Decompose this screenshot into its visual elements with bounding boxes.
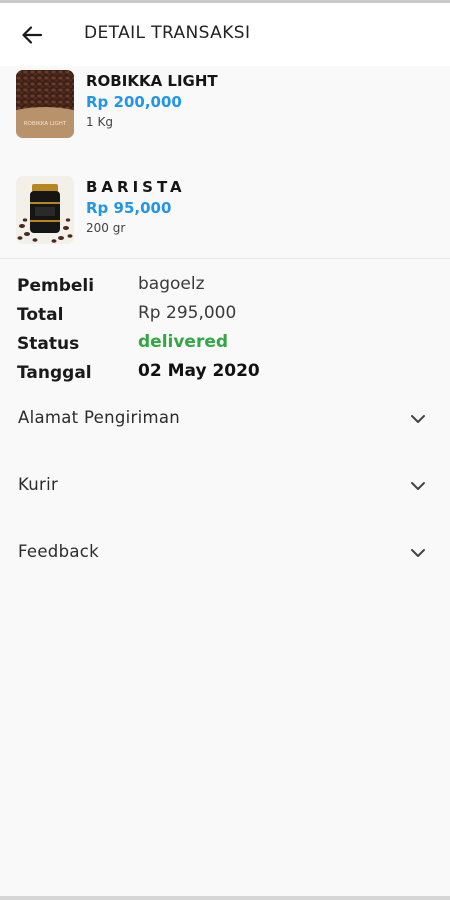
transaction-info: Pembeli bagoelz Total Rp 295,000 Status …	[17, 274, 437, 390]
back-button[interactable]	[14, 17, 50, 53]
status-value: delivered	[138, 332, 229, 352]
product-image	[16, 176, 74, 244]
date-label: Tanggal	[17, 363, 92, 383]
shipping-address-expander[interactable]: Alamat Pengiriman	[0, 399, 450, 439]
section-divider	[0, 258, 450, 259]
total-row: Total Rp 295,000	[17, 303, 437, 332]
product-quantity: 1 Kg	[86, 115, 113, 129]
expander-label: Alamat Pengiriman	[18, 408, 181, 427]
arrow-left-icon	[22, 26, 43, 44]
buyer-value: bagoelz	[138, 274, 205, 294]
expander-label: Feedback	[18, 542, 99, 561]
product-item[interactable]: BARISTA Rp 95,000 200 gr	[0, 172, 450, 264]
chevron-down-icon	[411, 482, 425, 490]
product-image: ROBIKKA LIGHT	[16, 70, 74, 138]
product-price: Rp 95,000	[86, 199, 172, 217]
buyer-label: Pembeli	[17, 276, 95, 296]
product-price: Rp 200,000	[86, 93, 182, 111]
navigation-bar-strip	[0, 896, 450, 900]
courier-expander[interactable]: Kurir	[0, 466, 450, 506]
status-label: Status	[17, 334, 80, 354]
product-name: ROBIKKA LIGHT	[86, 72, 218, 90]
date-row: Tanggal 02 May 2020	[17, 361, 437, 390]
product-quantity: 200 gr	[86, 221, 126, 235]
status-row: Status delivered	[17, 332, 437, 361]
product-image-label: ROBIKKA LIGHT	[24, 121, 67, 127]
expander-label: Kurir	[18, 475, 59, 494]
total-label: Total	[17, 305, 64, 325]
product-name: BARISTA	[86, 178, 186, 196]
date-value: 02 May 2020	[138, 361, 260, 381]
chevron-down-icon	[411, 549, 425, 557]
total-value: Rp 295,000	[138, 303, 237, 323]
page-title: DETAIL TRANSAKSI	[84, 23, 251, 43]
feedback-expander[interactable]: Feedback	[0, 533, 450, 573]
app-bar: DETAIL TRANSAKSI	[0, 3, 450, 66]
buyer-row: Pembeli bagoelz	[17, 274, 437, 303]
product-item[interactable]: ROBIKKA LIGHT ROBIKKA LIGHT Rp 200,000 1…	[0, 66, 450, 158]
chevron-down-icon	[411, 415, 425, 423]
